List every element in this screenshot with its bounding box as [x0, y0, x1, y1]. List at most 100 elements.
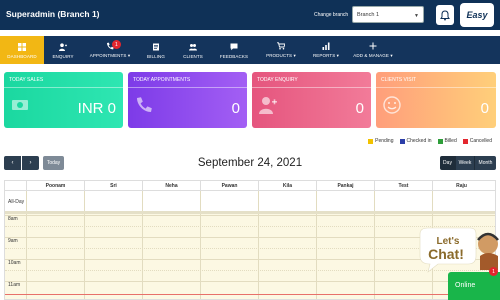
- nav-label: Enquiry: [52, 54, 74, 59]
- notification-button[interactable]: [436, 5, 454, 25]
- card-today-enquiry[interactable]: Today Enquiry 0: [252, 72, 371, 128]
- staff-header-row: Poonam Sri Neha Pawan Kila Pankaj Test R…: [5, 181, 495, 191]
- chat-bubble-line-2: Chat!: [428, 246, 464, 262]
- time-label: 9am: [8, 238, 18, 244]
- legend-cancelled: Cancelled: [462, 138, 492, 144]
- nav-dashboard[interactable]: Dashboard: [0, 36, 44, 64]
- staff-column-header: Test: [374, 181, 432, 191]
- legend-swatch: [437, 138, 443, 144]
- time-label: 8am: [8, 216, 18, 222]
- branch-select-value: Branch 1: [357, 12, 380, 18]
- logo-text: Easy: [466, 10, 488, 20]
- current-time-indicator: [5, 294, 495, 295]
- card-title: Today Enquiry: [257, 77, 298, 83]
- branch-select[interactable]: Branch 1 ▼: [352, 6, 424, 23]
- time-label: 10am: [8, 260, 21, 266]
- legend-label: Cancelled: [469, 138, 492, 144]
- page-title: Superadmin (Branch 1): [6, 9, 100, 19]
- appointments-badge: 1: [112, 40, 121, 49]
- column-divider: [200, 191, 201, 299]
- nav-label: Reports ▾: [312, 53, 340, 58]
- legend-billed: Billed: [437, 138, 457, 144]
- legend-label: Checked in: [406, 138, 432, 144]
- branch-label: Change branch: [314, 12, 349, 18]
- card-value: 0: [480, 100, 489, 117]
- card-today-appointments[interactable]: Today Appointments 0: [128, 72, 247, 128]
- legend-swatch: [462, 138, 468, 144]
- view-switcher: Day Week Month: [440, 156, 496, 170]
- staff-column-header: Kila: [258, 181, 316, 191]
- smile-icon: [383, 96, 401, 114]
- staff-column-header: Pawan: [200, 181, 258, 191]
- column-divider: [316, 191, 317, 299]
- card-title: Today Appointments: [133, 77, 191, 83]
- nav-label: Clients: [183, 54, 203, 59]
- brand-logo[interactable]: Easy: [460, 3, 494, 27]
- card-value: INR 0: [77, 100, 116, 117]
- billing-icon: [153, 43, 159, 51]
- all-day-label: All-Day: [8, 199, 25, 205]
- staff-column-header: Neha: [142, 181, 200, 191]
- legend-label: Pending: [375, 138, 394, 144]
- all-day-row[interactable]: [5, 191, 495, 211]
- nav-clients[interactable]: Clients: [174, 36, 212, 64]
- nav-label: Feedbacks: [219, 54, 249, 59]
- column-divider: [142, 191, 143, 299]
- card-title: Clients Visit: [381, 77, 417, 83]
- all-day-divider: [5, 211, 495, 214]
- card-divider: [128, 87, 247, 88]
- staff-column-header: Pankaj: [316, 181, 374, 191]
- chat-unread-badge: 1: [489, 267, 498, 276]
- nav-label: Dashboard: [7, 54, 37, 59]
- legend-swatch: [399, 138, 405, 144]
- staff-column-header: Raju: [432, 181, 490, 191]
- staff-column-header: Sri: [84, 181, 142, 191]
- card-divider: [4, 87, 123, 88]
- time-slot-line[interactable]: [5, 281, 495, 282]
- view-day-button[interactable]: Day: [440, 156, 456, 170]
- nav-reports[interactable]: Reports ▾: [306, 36, 346, 64]
- legend-label: Billed: [444, 138, 457, 144]
- time-slot-line[interactable]: [5, 215, 495, 216]
- card-clients-visit[interactable]: Clients Visit 0: [376, 72, 496, 128]
- chat-bubble-graphic[interactable]: Let's Chat!: [418, 226, 500, 276]
- nav-label: Products ▾: [266, 53, 296, 58]
- view-week-button[interactable]: Week: [456, 156, 475, 170]
- nav-label: Billing: [147, 54, 165, 59]
- nav-enquiry[interactable]: Enquiry: [44, 36, 82, 64]
- card-divider: [252, 87, 371, 88]
- chevron-down-icon: ▼: [414, 13, 419, 19]
- nav-add-manage[interactable]: Add & Manage ▾: [346, 36, 400, 64]
- main-nav: Dashboard Enquiry 1 Appointments ▾ Billi…: [0, 36, 500, 64]
- card-value: 0: [231, 100, 240, 117]
- nav-label: Appointments ▾: [89, 53, 131, 58]
- legend-pending: Pending: [368, 138, 394, 144]
- nav-billing[interactable]: Billing: [138, 36, 174, 64]
- user-plus-icon: [59, 43, 67, 51]
- nav-products[interactable]: Products ▾: [256, 36, 306, 64]
- bar-chart-icon: [322, 42, 330, 50]
- legend-checked-in: Checked in: [399, 138, 432, 144]
- time-label: 11am: [8, 282, 21, 288]
- clients-icon: [189, 44, 197, 51]
- card-today-sales[interactable]: Today Sales INR 0: [4, 72, 123, 128]
- card-divider: [376, 87, 496, 88]
- card-value: 0: [355, 100, 364, 117]
- staff-column-header: Poonam: [26, 181, 84, 191]
- dashboard-icon: [18, 43, 26, 51]
- column-divider: [258, 191, 259, 299]
- legend-swatch: [368, 138, 374, 144]
- plus-icon: [369, 42, 377, 50]
- nav-appointments[interactable]: 1 Appointments ▾: [82, 36, 138, 64]
- chat-online-button[interactable]: Online: [448, 272, 500, 300]
- nav-feedbacks[interactable]: Feedbacks: [212, 36, 256, 64]
- bell-icon: [440, 9, 450, 20]
- online-label: Online: [455, 282, 476, 289]
- money-icon: [12, 100, 28, 110]
- calendar-title: September 24, 2021: [197, 157, 303, 169]
- column-divider: [84, 191, 85, 299]
- card-title: Today Sales: [9, 77, 44, 83]
- top-header: Superadmin (Branch 1) Change branch Bran…: [0, 0, 500, 30]
- column-divider: [26, 191, 27, 299]
- view-month-button[interactable]: Month: [475, 156, 496, 170]
